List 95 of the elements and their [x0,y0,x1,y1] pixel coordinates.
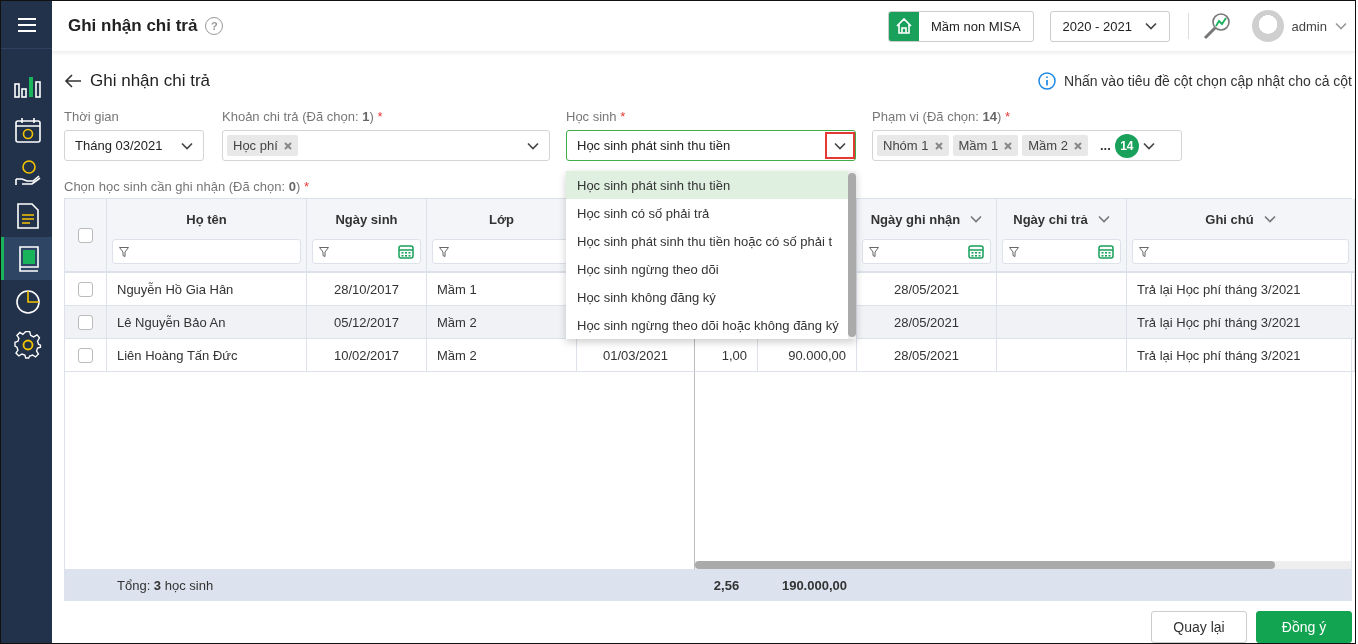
sum-value: 2,56 [712,577,741,593]
calendar-icon [1098,244,1114,259]
document-icon[interactable] [17,202,39,229]
house-icon [895,17,913,35]
table-cell: Mầm 2 [427,339,577,372]
settings-icon[interactable] [14,330,42,359]
column-header[interactable]: Ghi chú [1127,199,1355,273]
column-title[interactable]: Lớp [488,211,515,227]
menu-icon[interactable] [17,16,36,33]
caret-icon [1142,141,1155,150]
filter-icon [1139,246,1149,257]
filter-icon [869,246,879,257]
calendar-icon [968,244,984,259]
table-cell: 01/03/2021 [577,339,695,372]
filter-icon [1009,246,1019,257]
table-cell: Liên Hoàng Tấn Đức [107,339,307,372]
caret-icon [527,141,539,150]
sidebar-item[interactable] [1,237,52,280]
filter-field[interactable] [112,239,301,264]
column-header[interactable]: Ngày sinh [307,199,427,273]
checkbox[interactable] [78,227,93,243]
checkbox[interactable] [78,281,93,297]
checkbox[interactable] [78,314,93,330]
search-chart-icon[interactable] [1201,11,1232,41]
filter-field[interactable] [312,239,421,264]
back-arrow-icon [64,74,82,88]
year-select[interactable]: 2020 - 2021 [1049,10,1170,42]
filter-field[interactable] [862,239,991,264]
dropdown-button[interactable] [825,132,855,159]
remove-icon[interactable] [283,141,292,150]
field-label: Khoản chi trả (Đã chọn: 1) * [222,109,383,124]
filter-icon [319,246,329,257]
filter-icon [439,246,449,257]
school-button[interactable]: Mầm non MISA [888,10,1034,42]
scope-select[interactable]: Nhóm 1 Mầm 1 Mầm 2 ... 14 [872,130,1182,161]
remove-icon[interactable] [934,141,943,150]
pie-chart-icon[interactable] [15,288,41,315]
back-link[interactable]: Ghi nhận chi trả [64,71,210,91]
month-select[interactable]: Tháng 03/2021 [64,130,204,161]
avatar [1251,10,1284,42]
more-indicator: ... [1100,138,1111,153]
column-title[interactable]: Ngày chi trả [1013,211,1088,227]
column-title[interactable]: Ghi chú [1205,211,1254,227]
info-icon [1038,72,1056,90]
filter-field[interactable] [1132,239,1349,264]
section-label: Chọn học sinh cần ghi nhận (Đã chọn: 0) * [64,179,310,194]
calendar-dollar-icon[interactable] [15,116,41,143]
bar-chart-icon[interactable] [14,75,42,98]
caret-icon [1335,22,1347,30]
table-cell: 28/05/2021 [857,306,997,339]
caret-icon [1263,215,1276,223]
caret-icon [834,141,846,150]
user-menu[interactable]: admin [1291,18,1347,34]
table-cell: Trả lại Học phí tháng 3/2021 [1127,339,1355,372]
column-title[interactable]: Họ tên [186,211,227,227]
table-cell: 10/02/2017 [307,339,427,372]
student-select[interactable]: Học sinh phát sinh thu tiền [566,130,856,161]
tag: Mầm 1 [952,135,1019,156]
caret-icon [1097,215,1110,223]
page-title: Ghi nhận chi trả [68,16,198,36]
column-title[interactable]: Ngày ghi nhận [870,211,961,227]
column-header[interactable]: Ngày ghi nhận [857,199,997,273]
table-cell: 90.000,00 [758,339,857,372]
table-cell: 05/12/2017 [307,306,427,339]
table-cell: 28/05/2021 [857,339,997,372]
remove-icon[interactable] [1074,141,1082,150]
remove-icon[interactable] [1004,141,1013,150]
filter-field[interactable] [1002,239,1121,264]
table-cell: 1,00 [695,339,758,372]
dropdown-option[interactable]: Học sinh phát sinh thu tiền [566,171,848,199]
field-label: Phạm vi (Đã chọn: 14) * [872,109,1011,124]
count-badge: 14 [1114,133,1139,158]
sum-value: 190.000,00 [780,577,848,593]
column-title[interactable]: Ngày sinh [335,211,398,227]
field-label: Thời gian [64,109,119,124]
tag: Mầm 2 [1022,135,1088,156]
hint-text: Nhấn vào tiêu đề cột chọn cập nhật cho cả cột [1064,73,1352,89]
field-label: Học sinh * [566,109,626,124]
calendar-icon [398,244,414,259]
table-cell: Trả lại Học phí tháng 3/2021 [1127,306,1355,339]
table-cell: Lê Nguyễn Bảo An [107,306,307,339]
column-header[interactable]: Ngày chi trả [997,199,1127,273]
filter-icon [119,246,129,257]
tag: Học phí [227,135,298,156]
column-header[interactable]: Họ tên [107,199,307,273]
payment-select[interactable]: Học phí [222,130,550,161]
tag: Nhóm 1 [877,135,949,156]
checkbox[interactable] [78,347,93,363]
hand-coin-icon[interactable] [15,158,41,187]
caret-icon [181,141,193,150]
caret-icon [970,215,983,223]
total-label: Tổng: 3 học sinh [116,577,215,593]
ledger-icon[interactable] [17,245,39,272]
caret-icon [1144,22,1157,30]
back-button[interactable]: Quay lại [1151,611,1247,643]
